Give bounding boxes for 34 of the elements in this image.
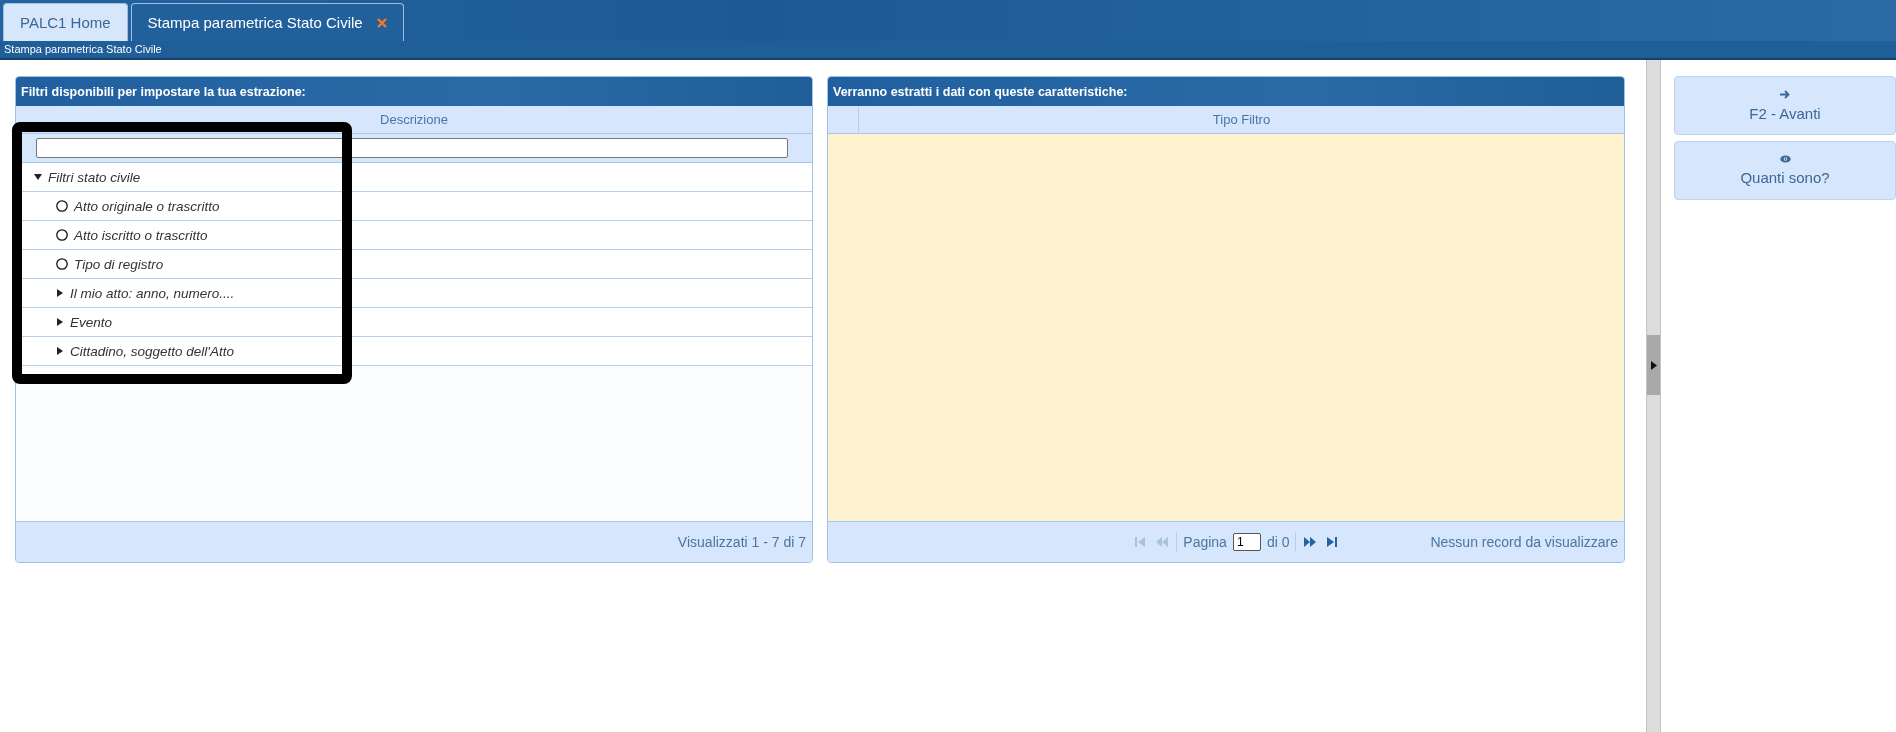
radio-icon[interactable] (56, 258, 68, 270)
tree-label: Atto iscritto o trascritto (74, 227, 208, 243)
expanded-arrow-icon[interactable] (34, 173, 42, 181)
page-label: Pagina (1183, 534, 1227, 550)
tab-label: PALC1 Home (20, 14, 111, 31)
collapsed-arrow-icon[interactable] (56, 318, 64, 326)
collapsed-arrow-icon[interactable] (56, 289, 64, 297)
radio-icon[interactable] (56, 200, 68, 212)
page-field[interactable]: 1 (1232, 533, 1261, 551)
tree-label: Cittadino, soggetto dell'Atto (70, 343, 234, 359)
tree-label: Filtri stato civile (48, 169, 141, 185)
record-count: Visualizzati 1 - 7 di 7 (677, 534, 806, 550)
action-button[interactable]: Quanti sono? (1674, 141, 1896, 200)
column-header[interactable]: Descrizione (16, 106, 812, 133)
action-button[interactable]: F2 - Avanti (1674, 76, 1896, 135)
breadcrumb: Stampa parametrica Stato Civile (0, 41, 1896, 60)
arrow-right-icon (1780, 89, 1790, 99)
collapsed-arrow-icon[interactable] (56, 347, 64, 355)
tree-label: Evento (70, 314, 113, 330)
tree-label: Tipo di registro (74, 256, 164, 272)
panel-title: Verranno estratti i dati con queste caratteristiche: (828, 77, 1624, 106)
eye-icon (1779, 155, 1791, 163)
page-total: di 0 (1266, 534, 1290, 550)
collapse-arrow-icon (1650, 360, 1657, 370)
radio-icon[interactable] (56, 229, 68, 241)
tree-label: Il mio atto: anno, numero.... (70, 285, 235, 301)
tab[interactable]: PALC1 Home (3, 3, 128, 41)
tab-label: Stampa parametrica Stato Civile (147, 14, 363, 31)
panel-title: Filtri disponibili per impostare la tua estrazione: (16, 77, 812, 106)
pager-status: Nessun record da visualizzare (1430, 534, 1618, 550)
tree-label: Atto originale o trascritto (74, 198, 220, 214)
filter-field[interactable] (36, 138, 788, 158)
splitter-handle[interactable] (1647, 335, 1660, 395)
tab[interactable]: Stampa parametrica Stato Civile (130, 3, 404, 41)
